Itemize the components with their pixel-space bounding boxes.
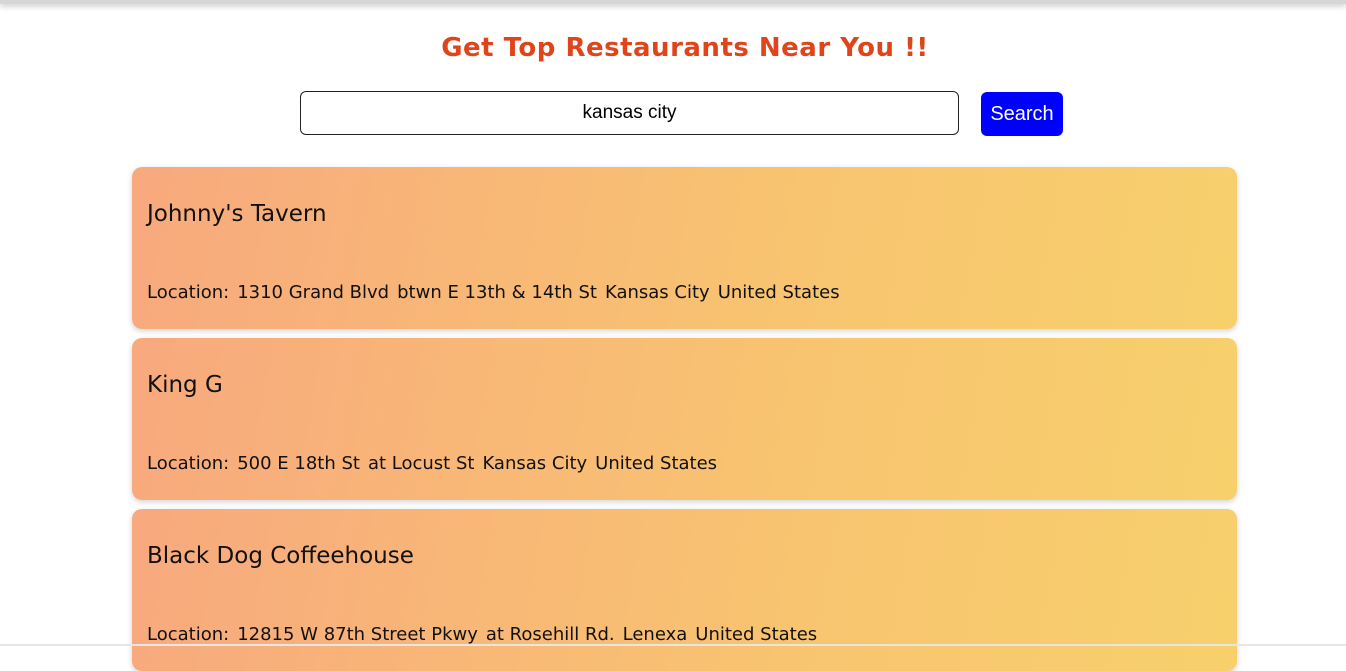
location-cross-street: at Rosehill Rd. xyxy=(485,624,615,645)
restaurant-location: Location: 12815 W 87th Street Pkwy at Rose… xyxy=(147,624,817,645)
location-cross-street: at Locust St xyxy=(367,453,475,474)
location-label: Location: xyxy=(147,453,230,474)
location-city: Kansas City xyxy=(604,282,710,303)
location-label: Location: xyxy=(147,624,230,645)
restaurant-card: Black Dog Coffeehouse Location: 12815 W 8… xyxy=(132,509,1237,671)
browser-top-edge xyxy=(0,0,1346,4)
location-cross-street: btwn E 13th & 14th St xyxy=(397,282,597,303)
page-title: Get Top Restaurants Near You !! xyxy=(441,33,929,63)
location-city: Lenexa xyxy=(622,624,688,645)
search-input[interactable] xyxy=(300,91,959,135)
search-button[interactable]: Search xyxy=(981,92,1063,136)
location-city: Kansas City xyxy=(482,453,588,474)
restaurant-name: Black Dog Coffeehouse xyxy=(147,543,414,569)
restaurant-location: Location: 1310 Grand Blvd btwn E 13th & 14… xyxy=(147,282,840,303)
restaurant-name: Johnny's Tavern xyxy=(147,201,327,227)
location-address: 500 E 18th St xyxy=(237,453,360,474)
restaurant-card: Johnny's Tavern Location: 1310 Grand Blvd… xyxy=(132,167,1237,329)
location-country: United States xyxy=(717,282,840,303)
restaurant-card: King G Location: 500 E 18th St at Locust S… xyxy=(132,338,1237,500)
location-address: 1310 Grand Blvd xyxy=(237,282,390,303)
restaurant-name: King G xyxy=(147,372,223,398)
location-country: United States xyxy=(695,624,818,645)
location-address: 12815 W 87th Street Pkwy xyxy=(237,624,478,645)
restaurant-location: Location: 500 E 18th St at Locust St Kansas… xyxy=(147,453,717,474)
location-label: Location: xyxy=(147,282,230,303)
location-country: United States xyxy=(595,453,718,474)
